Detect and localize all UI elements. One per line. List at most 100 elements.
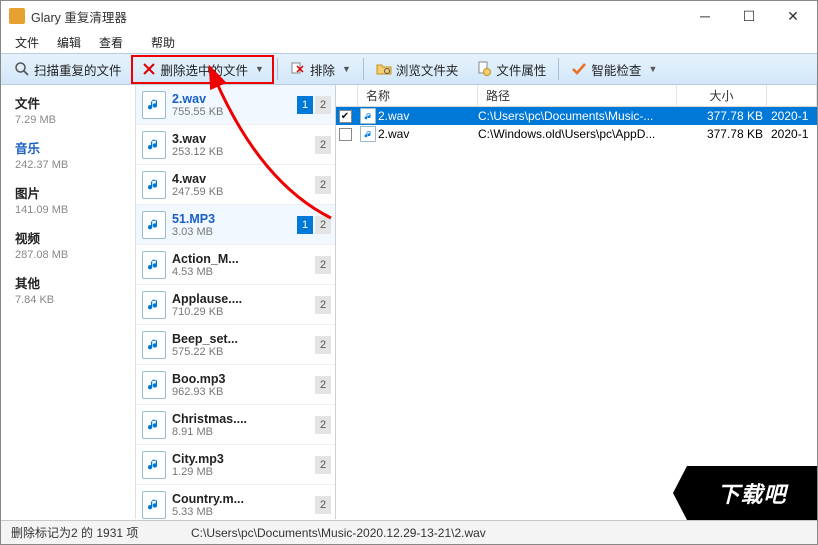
file-group-list[interactable]: 2.wav755.55 KB123.wav253.12 KB24.wav247.… bbox=[136, 85, 336, 519]
badge-2[interactable]: 2 bbox=[315, 416, 331, 434]
music-file-icon bbox=[142, 91, 166, 119]
header-path[interactable]: 路径 bbox=[478, 85, 677, 106]
badge-2[interactable]: 2 bbox=[315, 136, 331, 154]
header-checkbox-col[interactable] bbox=[336, 85, 358, 106]
close-button[interactable]: ✕ bbox=[771, 1, 815, 31]
badge-2[interactable]: 2 bbox=[315, 336, 331, 354]
menu-file[interactable]: 文件 bbox=[7, 32, 47, 53]
header-date[interactable] bbox=[767, 85, 817, 106]
badge-2[interactable]: 2 bbox=[315, 256, 331, 274]
file-group-item[interactable]: Boo.mp3962.93 KB2 bbox=[136, 365, 335, 405]
category-name: 音乐 bbox=[15, 138, 125, 157]
sidebar-category[interactable]: 视频 287.08 MB bbox=[1, 224, 135, 269]
music-file-icon bbox=[142, 251, 166, 279]
row-name: 2.wav bbox=[378, 109, 409, 123]
row-checkbox[interactable]: ✔ bbox=[339, 110, 352, 123]
file-size: 253.12 KB bbox=[172, 146, 315, 158]
badge-1[interactable]: 1 bbox=[297, 216, 313, 234]
separator bbox=[363, 58, 364, 80]
file-name: Boo.mp3 bbox=[172, 372, 315, 386]
sidebar-category[interactable]: 文件7.29 MB bbox=[1, 89, 135, 134]
row-size: 377.78 KB bbox=[677, 109, 767, 123]
browse-button[interactable]: 浏览文件夹 bbox=[367, 56, 468, 83]
badge-2[interactable]: 2 bbox=[315, 496, 331, 514]
badge-2[interactable]: 2 bbox=[315, 376, 331, 394]
badge-1[interactable]: 1 bbox=[297, 96, 313, 114]
category-name: 文件 bbox=[15, 93, 125, 112]
detail-row[interactable]: 2.wav C:\Windows.old\Users\pc\AppD... 37… bbox=[336, 125, 817, 143]
status-text: 删除标记为2 的 1931 项 bbox=[1, 524, 181, 541]
menu-view[interactable]: 查看 bbox=[91, 32, 131, 53]
category-sidebar: 文件7.29 MB 音乐 242.37 MB 图片141.09 MB 视频 287.08 … bbox=[1, 85, 136, 519]
file-size: 575.22 KB bbox=[172, 346, 315, 358]
badge-2[interactable]: 2 bbox=[315, 296, 331, 314]
row-path: C:\Windows.old\Users\pc\AppD... bbox=[474, 127, 677, 141]
sidebar-category[interactable]: 其他7.84 KB bbox=[1, 269, 135, 314]
exclude-icon bbox=[290, 61, 306, 77]
badge-2[interactable]: 2 bbox=[315, 96, 331, 114]
window-title: Glary 重复清理器 bbox=[31, 7, 683, 26]
file-group-item[interactable]: Christmas....8.91 MB2 bbox=[136, 405, 335, 445]
music-file-icon bbox=[142, 171, 166, 199]
file-name: 4.wav bbox=[172, 172, 315, 186]
file-size: 8.91 MB bbox=[172, 426, 315, 438]
category-name: 视频 bbox=[15, 228, 125, 247]
menu-edit[interactable]: 编辑 bbox=[49, 32, 89, 53]
smart-check-button[interactable]: 智能检查 ▼ bbox=[562, 56, 666, 83]
file-group-item[interactable]: 2.wav755.55 KB12 bbox=[136, 85, 335, 125]
file-group-item[interactable]: 4.wav247.59 KB2 bbox=[136, 165, 335, 205]
music-file-icon bbox=[360, 126, 376, 142]
music-file-icon bbox=[360, 108, 376, 124]
music-file-icon bbox=[142, 131, 166, 159]
properties-icon bbox=[476, 61, 492, 77]
file-name: Country.m... bbox=[172, 492, 315, 506]
maximize-button[interactable]: ☐ bbox=[727, 1, 771, 31]
separator bbox=[277, 58, 278, 80]
file-name: Action_M... bbox=[172, 252, 315, 266]
smart-check-label: 智能检查 bbox=[591, 60, 641, 79]
file-group-item[interactable]: 3.wav253.12 KB2 bbox=[136, 125, 335, 165]
file-group-item[interactable]: Country.m...5.33 MB2 bbox=[136, 485, 335, 519]
file-name: 51.MP3 bbox=[172, 212, 297, 226]
badge-2[interactable]: 2 bbox=[315, 176, 331, 194]
minimize-button[interactable]: ─ bbox=[683, 1, 727, 31]
file-group-item[interactable]: City.mp31.29 MB2 bbox=[136, 445, 335, 485]
menu-help[interactable]: 帮助 bbox=[143, 32, 183, 53]
badge-2[interactable]: 2 bbox=[315, 456, 331, 474]
file-group-item[interactable]: Action_M...4.53 MB2 bbox=[136, 245, 335, 285]
sidebar-category[interactable]: 音乐 242.37 MB bbox=[1, 134, 135, 179]
category-size: 287.08 MB bbox=[15, 249, 125, 261]
row-size: 377.78 KB bbox=[677, 127, 767, 141]
sidebar-category[interactable]: 图片141.09 MB bbox=[1, 179, 135, 224]
properties-label: 文件属性 bbox=[496, 60, 546, 79]
header-size[interactable]: 大小 bbox=[677, 85, 767, 106]
file-group-item[interactable]: Applause....710.29 KB2 bbox=[136, 285, 335, 325]
exclude-label: 排除 bbox=[310, 60, 335, 79]
category-name: 图片 bbox=[15, 183, 125, 202]
chevron-down-icon[interactable]: ▼ bbox=[342, 64, 351, 74]
properties-button[interactable]: 文件属性 bbox=[467, 56, 555, 83]
file-name: Christmas.... bbox=[172, 412, 315, 426]
detail-row[interactable]: ✔ 2.wav C:\Users\pc\Documents\Music-... … bbox=[336, 107, 817, 125]
file-size: 247.59 KB bbox=[172, 186, 315, 198]
exclude-button[interactable]: 排除 ▼ bbox=[281, 56, 360, 83]
delete-label: 删除选中的文件 bbox=[161, 60, 249, 79]
row-name: 2.wav bbox=[378, 127, 409, 141]
music-file-icon bbox=[142, 371, 166, 399]
delete-selected-button[interactable]: 删除选中的文件 ▼ bbox=[131, 55, 274, 84]
row-date: 2020-1 bbox=[767, 109, 817, 123]
music-file-icon bbox=[142, 331, 166, 359]
row-checkbox[interactable] bbox=[339, 128, 352, 141]
header-name[interactable]: 名称 bbox=[358, 85, 478, 106]
scan-button[interactable]: 扫描重复的文件 bbox=[5, 56, 131, 83]
chevron-down-icon[interactable]: ▼ bbox=[648, 64, 657, 74]
toolbar: 扫描重复的文件 删除选中的文件 ▼ 排除 ▼ 浏览文件夹 文件属性 智能检查 ▼ bbox=[1, 53, 817, 85]
file-group-item[interactable]: Beep_set...575.22 KB2 bbox=[136, 325, 335, 365]
badge-2[interactable]: 2 bbox=[315, 216, 331, 234]
file-size: 710.29 KB bbox=[172, 306, 315, 318]
chevron-down-icon[interactable]: ▼ bbox=[255, 64, 264, 74]
main-area: 文件7.29 MB 音乐 242.37 MB 图片141.09 MB 视频 287.08 … bbox=[1, 85, 817, 519]
file-name: 3.wav bbox=[172, 132, 315, 146]
file-group-item[interactable]: 51.MP33.03 MB12 bbox=[136, 205, 335, 245]
category-size: 242.37 MB bbox=[15, 159, 125, 171]
